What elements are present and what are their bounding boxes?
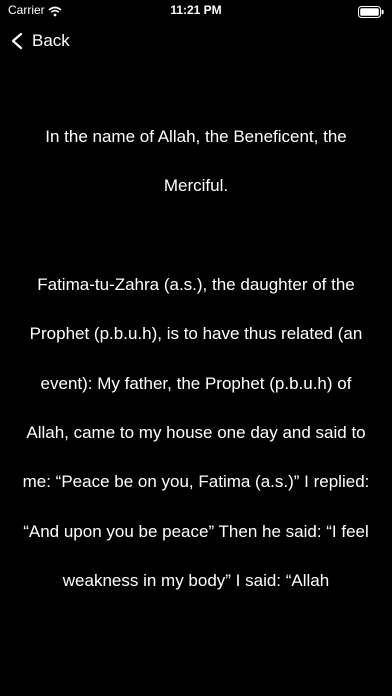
status-time: 11:21 PM <box>170 3 222 17</box>
paragraph-narration: Fatima-tu-Zahra (a.s.), the daughter of … <box>22 274 370 591</box>
back-label: Back <box>32 31 70 50</box>
chevron-left-icon <box>10 32 24 50</box>
status-bar: Carrier 11:21 PM <box>0 0 392 22</box>
back-button[interactable]: Back <box>10 28 70 54</box>
paragraph-bismillah: In the name of Allah, the Beneficent, th… <box>45 127 347 196</box>
article-content: In the name of Allah, the Beneficent, th… <box>18 112 374 606</box>
battery-icon <box>358 5 384 23</box>
